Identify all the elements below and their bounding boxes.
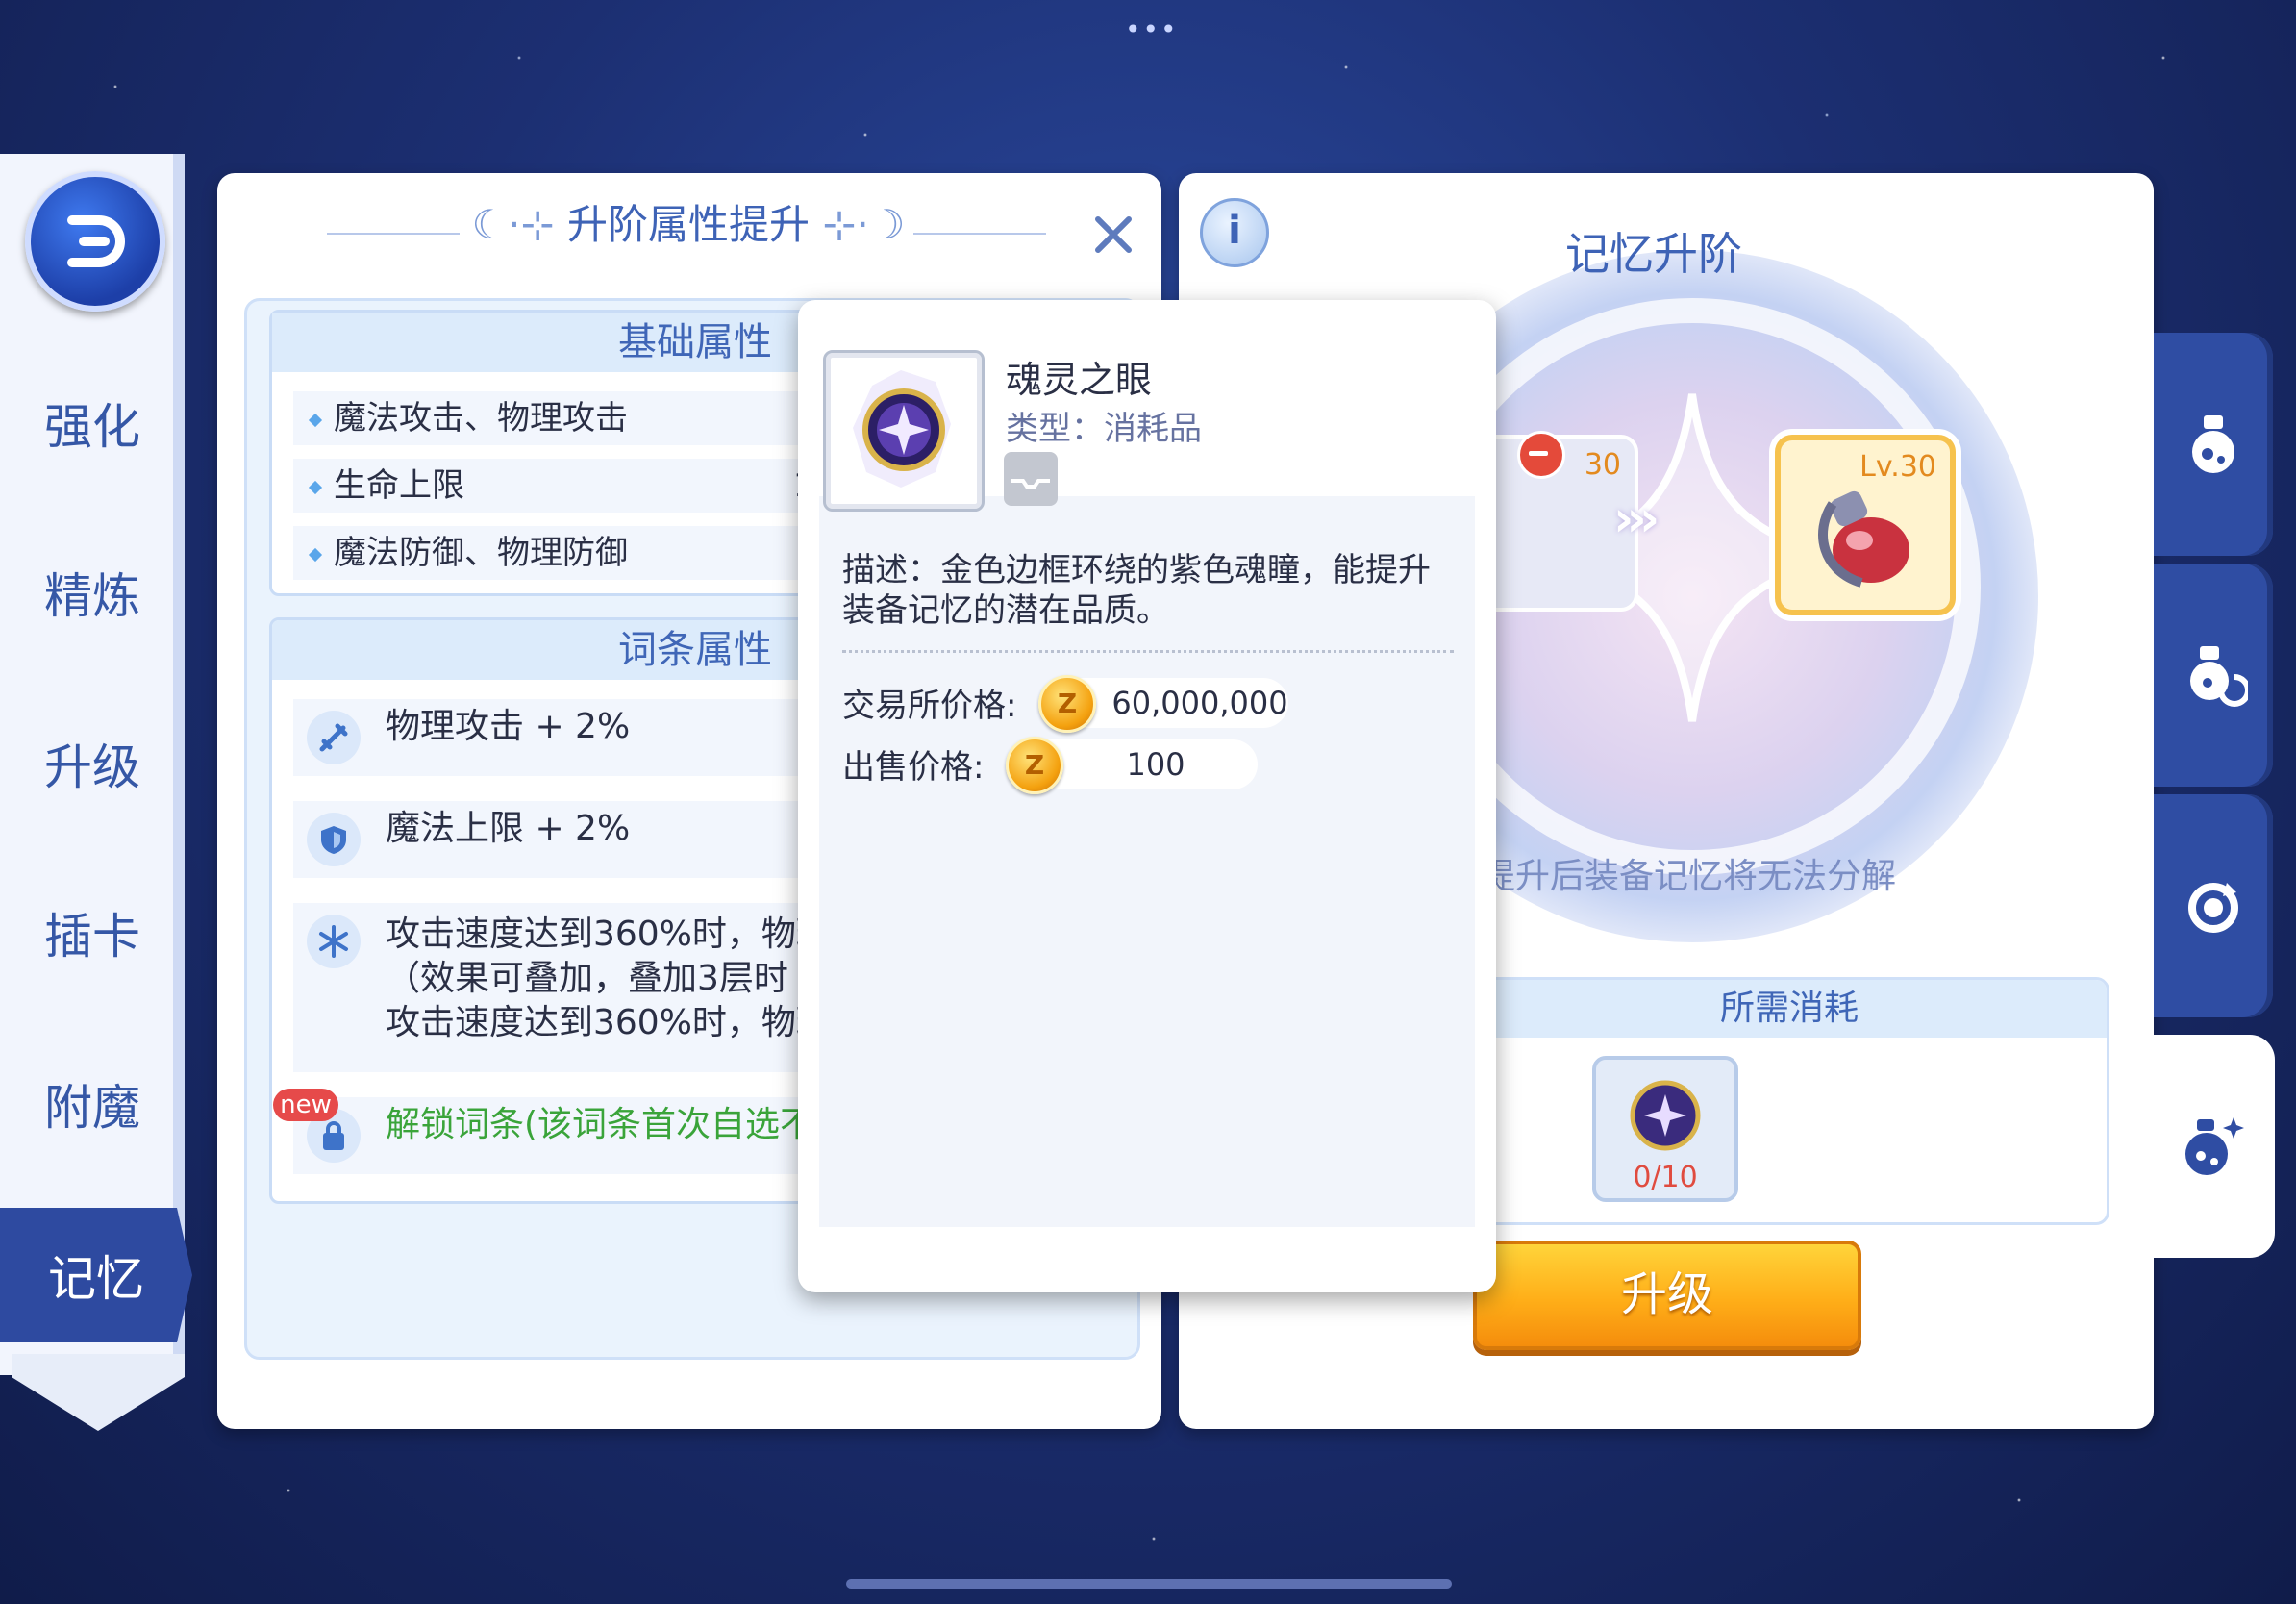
cycle-icon bbox=[2188, 883, 2238, 933]
upgrade-title: 记忆升阶 bbox=[1565, 228, 1742, 280]
exchange-price-label: 交易所价格: bbox=[842, 687, 1017, 725]
cost-count: 0/10 bbox=[1633, 1161, 1698, 1194]
upgrade-button[interactable]: 升级 bbox=[1473, 1241, 1861, 1350]
bag-icon bbox=[1004, 452, 1058, 506]
sell-price-label: 出售价格: bbox=[842, 748, 985, 787]
warning-text: 提升后装备记忆将无法分解 bbox=[1481, 857, 1897, 896]
panel-title: ☾⋅⊹ 升阶属性提升 ⊹⋅☽ bbox=[471, 201, 906, 248]
nav-item-card[interactable]: 插卡 bbox=[0, 865, 185, 1000]
cost-item-slot[interactable]: 0/10 bbox=[1592, 1056, 1738, 1202]
diamond-bullet-icon bbox=[308, 547, 323, 562]
cost-section: 所需消耗 bbox=[1469, 977, 2109, 1225]
arrow-chevrons-icon: ››› bbox=[1613, 490, 1660, 548]
more-menu-dots[interactable]: ••• bbox=[1125, 13, 1179, 45]
potion-icon bbox=[2192, 415, 2234, 473]
potion-refresh-icon bbox=[2190, 646, 2248, 707]
shield-icon bbox=[307, 813, 361, 866]
affix-multiline-text: 攻击速度达到360%时，物理 （效果可叠加，叠加3层时 攻击速度达到360%时，… bbox=[386, 915, 831, 1042]
diamond-bullet-icon bbox=[308, 480, 323, 494]
cost-header: 所需消耗 bbox=[1472, 980, 2107, 1038]
sparkle-potion-icon bbox=[2185, 1117, 2244, 1175]
home-indicator bbox=[846, 1579, 1452, 1589]
diamond-bullet-icon bbox=[308, 413, 323, 427]
soul-eye-icon bbox=[1630, 1080, 1701, 1151]
zeny-coin-icon bbox=[1038, 675, 1096, 733]
tab-potion-refresh[interactable] bbox=[2154, 564, 2273, 787]
potion-item-icon bbox=[1818, 490, 1909, 588]
nav-label: 附魔 bbox=[44, 1080, 140, 1136]
snowflake-icon bbox=[307, 915, 361, 968]
tab-potion[interactable] bbox=[2154, 333, 2273, 556]
info-button[interactable]: i bbox=[1200, 198, 1269, 267]
divider bbox=[842, 650, 1454, 653]
nav-label: 升级 bbox=[44, 739, 140, 795]
sword-icon bbox=[307, 711, 361, 764]
nav-label: 强化 bbox=[44, 399, 140, 455]
soul-eye-icon bbox=[853, 370, 951, 488]
affix-text: 物理攻击 + 2% bbox=[386, 707, 631, 746]
nav-item-enchant[interactable]: 附魔 bbox=[0, 1037, 185, 1171]
nav-item-upgrade[interactable]: 升级 bbox=[0, 696, 185, 831]
tab-cycle[interactable] bbox=[2154, 794, 2273, 1017]
nav-scroll-down[interactable] bbox=[12, 1354, 185, 1431]
new-badge: new bbox=[273, 1089, 338, 1121]
item-icon-frame bbox=[823, 350, 985, 512]
nav-label: 精炼 bbox=[44, 568, 140, 624]
nav-item-memory[interactable]: 记忆 bbox=[0, 1208, 192, 1342]
tab-sparkle-potion[interactable] bbox=[2150, 1035, 2275, 1258]
zeny-coin-icon bbox=[1006, 737, 1063, 794]
close-button[interactable] bbox=[1090, 212, 1136, 258]
nav-label: 记忆 bbox=[48, 1251, 144, 1307]
target-memory-card[interactable]: Lv.30 bbox=[1775, 435, 1956, 615]
affix-text: 魔法上限 + 2% bbox=[386, 809, 631, 848]
unlock-text: 解锁词条(该词条首次自选不 bbox=[386, 1105, 815, 1144]
close-icon bbox=[1095, 216, 1132, 253]
nav-label: 插卡 bbox=[44, 909, 140, 965]
item-name: 魂灵之眼 bbox=[1006, 359, 1153, 401]
item-description: 描述：金色边框环绕的紫色魂瞳，能提升装备记忆的潜在品质。 bbox=[842, 551, 1431, 630]
remove-icon[interactable] bbox=[1517, 431, 1565, 479]
nav-item-strengthen[interactable]: 强化 bbox=[0, 356, 185, 490]
item-type: 类型：消耗品 bbox=[1006, 410, 1202, 448]
nav-item-refine[interactable]: 精炼 bbox=[0, 525, 185, 660]
level-label: 30 bbox=[1584, 448, 1621, 482]
